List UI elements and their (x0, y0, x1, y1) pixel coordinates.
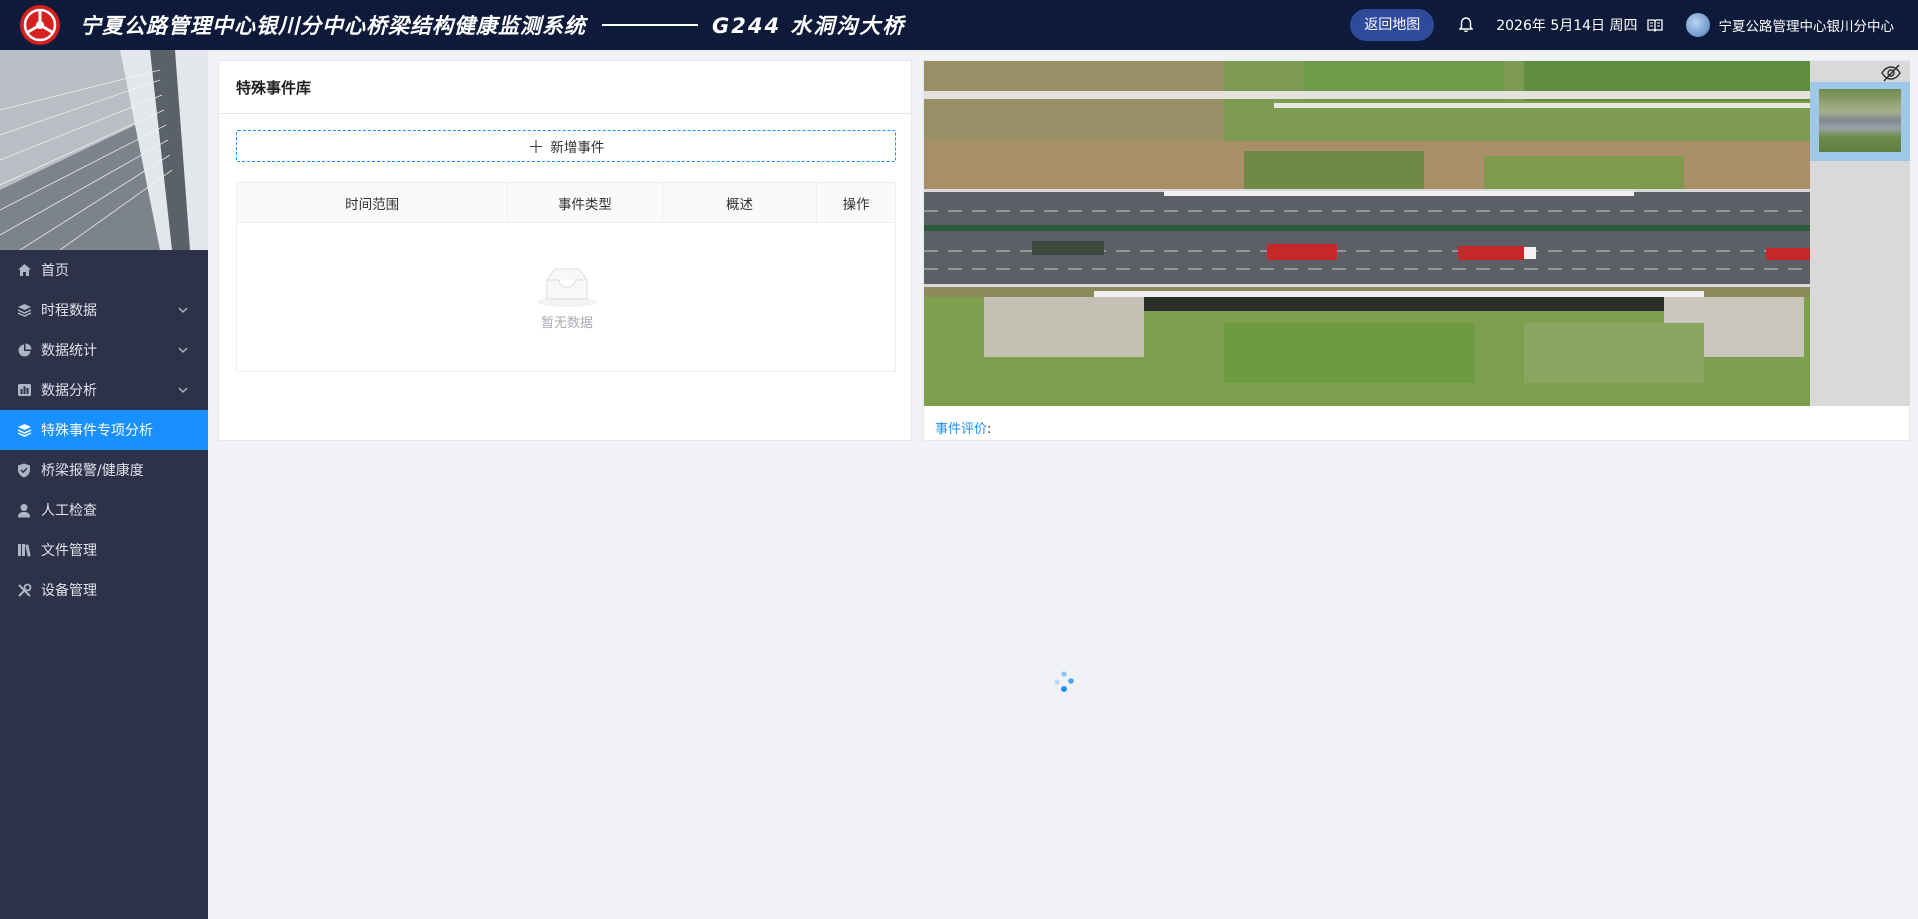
bell-icon[interactable] (1456, 15, 1476, 35)
event-media-panel: 事件评价: (923, 60, 1910, 441)
shield-icon (16, 462, 32, 478)
sidebar-item-data-statistics[interactable]: 数据统计 (0, 330, 208, 370)
user-name[interactable]: 宁夏公路管理中心银川分中心 (1719, 15, 1895, 35)
add-event-label: 新增事件 (550, 140, 605, 156)
logo-icon (14, 0, 66, 50)
book-icon[interactable] (1646, 16, 1664, 34)
column-header-actions: 操作 (842, 196, 870, 213)
sidebar-item-label: 设备管理 (41, 583, 97, 599)
event-evaluation: 事件评价: (935, 418, 991, 437)
app-title: 宁夏公路管理中心银川分中心桥梁结构健康监测系统 (80, 14, 586, 38)
sidebar-item-manual-inspection[interactable]: 人工检查 (0, 490, 208, 530)
table-header: 时间范围 事件类型 概述 操作 (237, 183, 895, 223)
chevron-down-icon (178, 347, 188, 354)
loading-spinner-icon (1052, 670, 1076, 694)
bridge-name: G244 水洞沟大桥 (712, 14, 906, 38)
sidebar-item-label: 文件管理 (41, 543, 97, 559)
sidebar-item-label: 数据分析 (41, 383, 97, 399)
sidebar-menu: 首页 时程数据 数据统计 数据分析 特殊事件专项分析 桥梁报警/健康度 人工检查 (0, 250, 208, 610)
user-avatar[interactable] (1685, 13, 1710, 37)
sidebar-item-label: 首页 (41, 263, 69, 279)
thumbnail-image (1819, 89, 1901, 152)
chevron-down-icon (178, 387, 188, 394)
panel-title: 特殊事件库 (219, 61, 911, 114)
books-icon (16, 542, 32, 558)
sidebar-item-label: 时程数据 (41, 303, 97, 319)
tools-icon (16, 582, 32, 598)
add-event-button[interactable]: + 新增事件 (236, 130, 896, 162)
current-date: 2026年 5月14日 周四 (1496, 18, 1638, 34)
evaluation-label: 事件评价 (935, 422, 988, 437)
eye-hidden-icon[interactable] (1880, 63, 1902, 83)
top-header: 宁夏公路管理中心银川分中心桥梁结构健康监测系统 G244 水洞沟大桥 返回地图 … (0, 0, 1918, 50)
empty-state: 暂无数据 (237, 223, 897, 373)
sidebar-item-label: 数据统计 (41, 343, 97, 359)
sidebar-banner-image (0, 50, 208, 250)
inspector-icon (16, 502, 32, 518)
sidebar: 首页 时程数据 数据统计 数据分析 特殊事件专项分析 桥梁报警/健康度 人工检查 (0, 50, 208, 919)
sidebar-item-label: 人工检查 (41, 503, 97, 519)
sidebar-item-label: 桥梁报警/健康度 (41, 463, 144, 479)
sidebar-item-device-management[interactable]: 设备管理 (0, 570, 208, 610)
home-icon (16, 262, 32, 278)
title-divider (602, 24, 698, 26)
column-header-event-type: 事件类型 (508, 183, 663, 222)
plus-icon: + (527, 134, 545, 158)
sidebar-item-label: 特殊事件专项分析 (41, 423, 153, 439)
sidebar-item-bridge-alarm-health[interactable]: 桥梁报警/健康度 (0, 450, 208, 490)
events-table: 时间范围 事件类型 概述 操作 暂无数据 (236, 182, 896, 372)
evaluation-colon: : (987, 422, 992, 437)
layers-icon (16, 302, 32, 318)
empty-inbox-icon (537, 268, 597, 307)
layers-icon (16, 422, 32, 438)
bridge-aerial-photo[interactable] (924, 61, 1810, 406)
chevron-down-icon (178, 307, 188, 314)
empty-text: 暂无数据 (540, 315, 593, 331)
back-to-map-button[interactable]: 返回地图 (1350, 9, 1435, 41)
sidebar-item-time-series-data[interactable]: 时程数据 (0, 290, 208, 330)
column-header-time-range: 时间范围 (237, 183, 509, 222)
special-events-panel: 特殊事件库 + 新增事件 时间范围 事件类型 概述 操作 暂无数据 (218, 60, 912, 441)
pie-chart-icon (16, 342, 32, 358)
sidebar-item-data-analysis[interactable]: 数据分析 (0, 370, 208, 410)
sidebar-item-special-event-analysis[interactable]: 特殊事件专项分析 (0, 410, 208, 450)
sidebar-item-home[interactable]: 首页 (0, 250, 208, 290)
sidebar-item-file-management[interactable]: 文件管理 (0, 530, 208, 570)
bar-chart-icon (16, 382, 32, 398)
thumbnail-item[interactable] (1810, 82, 1910, 161)
thumbnail-strip (1810, 61, 1910, 406)
column-header-summary: 概述 (663, 183, 818, 222)
